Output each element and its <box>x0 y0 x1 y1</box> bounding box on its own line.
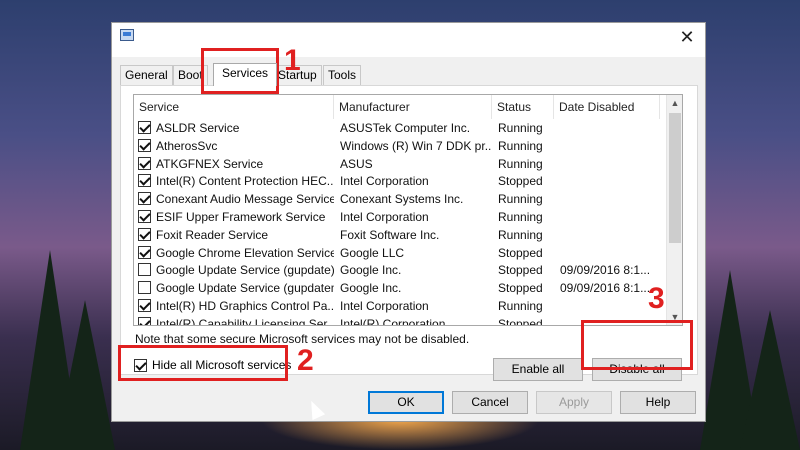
service-date-disabled-cell: 09/09/2016 8:1... <box>560 263 651 278</box>
service-checkbox[interactable] <box>138 138 151 152</box>
service-manufacturer-cell: Foxit Software Inc. <box>340 227 440 242</box>
service-status-cell: Stopped <box>498 316 543 326</box>
tab-general[interactable]: General <box>120 65 173 85</box>
service-manufacturer-cell: Intel Corporation <box>340 210 429 224</box>
scrollbar-thumb[interactable] <box>669 113 681 243</box>
service-manufacturer-cell: Conexant Systems Inc. <box>340 192 464 207</box>
service-status-cell: Stopped <box>498 263 543 278</box>
service-row[interactable]: AtherosSvc Windows (R) Win 7 DDK pr... Run… <box>134 137 668 155</box>
service-manufacturer-cell: ASUS <box>340 156 373 171</box>
service-service-cell: Intel(R) Content Protection HEC... <box>156 174 334 189</box>
annotation-box-hide-ms <box>118 345 288 381</box>
service-row[interactable]: Google Update Service (gupdate) Google In… <box>134 261 668 279</box>
service-service-cell: Intel(R) Capability Licensing Ser... <box>156 316 334 326</box>
service-manufacturer-cell: Intel(R) Corporation <box>340 316 446 326</box>
service-service-cell: Intel(R) HD Graphics Control Pa... <box>156 299 334 313</box>
service-row[interactable]: Foxit Reader Service Foxit Software Inc. R… <box>134 226 668 244</box>
service-date-disabled-cell <box>560 208 660 226</box>
service-service-cell: Google Update Service (gupdate) <box>156 263 334 278</box>
service-checkbox[interactable] <box>138 210 151 223</box>
column-header-service[interactable]: Service <box>134 95 334 119</box>
service-checkbox[interactable] <box>138 263 151 277</box>
service-status-cell: Stopped <box>498 245 543 260</box>
tab-services[interactable]: Services <box>213 63 278 86</box>
system-config-icon <box>120 29 134 41</box>
list-header: Service Manufacturer Status Date Disable… <box>134 95 668 119</box>
column-header-manufacturer[interactable]: Manufacturer <box>334 95 492 119</box>
help-button[interactable]: Help <box>620 391 696 414</box>
service-row[interactable]: ESIF Upper Framework Service Intel Corpor… <box>134 208 668 226</box>
service-checkbox[interactable] <box>138 174 151 188</box>
service-manufacturer-cell: ASUSTek Computer Inc. <box>340 121 471 135</box>
service-service-cell: ATKGFNEX Service <box>156 156 264 171</box>
service-service-cell: Google Update Service (gupdatem) <box>156 281 334 296</box>
service-date-disabled-cell <box>560 119 660 137</box>
service-date-disabled-cell: 09/09/2016 8:1... <box>560 281 651 296</box>
tab-tools[interactable]: Tools <box>323 65 362 85</box>
service-status-cell: Running <box>498 121 543 135</box>
service-manufacturer-cell: Google LLC <box>340 245 405 260</box>
service-service-cell: ESIF Upper Framework Service <box>156 210 326 224</box>
service-status-cell: Stopped <box>498 174 543 189</box>
annotation-box-disable-all <box>581 320 693 370</box>
cancel-button[interactable]: Cancel <box>452 391 528 414</box>
service-checkbox[interactable] <box>138 299 151 312</box>
service-manufacturer-cell: Intel Corporation <box>340 299 429 313</box>
service-service-cell: Foxit Reader Service <box>156 227 269 242</box>
service-row[interactable]: Intel(R) HD Graphics Control Pa... Intel … <box>134 297 668 315</box>
service-row[interactable]: ASLDR Service ASUSTek Computer Inc. Runnin… <box>134 119 668 137</box>
service-row[interactable]: ATKGFNEX Service ASUS Running <box>134 155 668 173</box>
service-service-cell: Google Chrome Elevation Service <box>156 245 334 260</box>
vertical-scrollbar[interactable]: ▲ ▼ <box>666 95 682 325</box>
enable-all-button[interactable]: Enable all <box>493 358 583 381</box>
service-service-cell: Conexant Audio Message Service <box>156 192 334 207</box>
service-manufacturer-cell: Intel Corporation <box>340 174 429 189</box>
service-date-disabled-cell <box>560 155 660 173</box>
apply-button[interactable]: Apply <box>536 391 612 414</box>
service-status-cell: Running <box>498 138 543 153</box>
service-status-cell: Running <box>498 227 543 242</box>
ok-button[interactable]: OK <box>368 391 444 414</box>
service-checkbox[interactable] <box>138 121 151 134</box>
service-checkbox[interactable] <box>138 245 151 259</box>
service-date-disabled-cell <box>560 297 660 315</box>
service-row[interactable]: Google Update Service (gupdatem) Google I… <box>134 279 668 297</box>
service-checkbox[interactable] <box>138 227 151 241</box>
tree-silhouette <box>55 300 115 450</box>
tree-silhouette <box>740 310 800 450</box>
service-date-disabled-cell <box>560 226 660 244</box>
service-service-cell: ASLDR Service <box>156 121 240 135</box>
column-header-status[interactable]: Status <box>492 95 554 119</box>
service-date-disabled-cell <box>560 190 660 208</box>
service-status-cell: Stopped <box>498 281 543 296</box>
service-status-cell: Running <box>498 192 543 207</box>
service-service-cell: AtherosSvc <box>156 138 218 153</box>
annotation-number-3: 3 <box>648 282 665 315</box>
service-status-cell: Running <box>498 299 543 313</box>
service-date-disabled-cell <box>560 137 660 155</box>
scroll-up-arrow-icon[interactable]: ▲ <box>667 95 682 111</box>
service-status-cell: Running <box>498 156 543 171</box>
annotation-number-1: 1 <box>284 44 301 77</box>
service-date-disabled-cell <box>560 172 660 190</box>
column-header-date-disabled[interactable]: Date Disabled <box>554 95 660 119</box>
service-manufacturer-cell: Windows (R) Win 7 DDK pr... <box>340 138 492 153</box>
service-row[interactable]: Conexant Audio Message Service Conexant S… <box>134 190 668 208</box>
service-manufacturer-cell: Google Inc. <box>340 263 402 278</box>
annotation-number-2: 2 <box>297 344 314 377</box>
service-checkbox[interactable] <box>138 156 151 170</box>
service-date-disabled-cell <box>560 244 660 262</box>
service-checkbox[interactable] <box>138 281 151 295</box>
service-checkbox[interactable] <box>138 192 151 206</box>
close-button[interactable]: ✕ <box>677 27 697 47</box>
services-list: Service Manufacturer Status Date Disable… <box>133 94 683 326</box>
service-row[interactable]: Google Chrome Elevation Service Google LL… <box>134 244 668 262</box>
service-manufacturer-cell: Google Inc. <box>340 281 402 296</box>
service-row[interactable]: Intel(R) Content Protection HEC... Intel … <box>134 172 668 190</box>
service-checkbox[interactable] <box>138 316 151 325</box>
service-status-cell: Running <box>498 210 543 224</box>
